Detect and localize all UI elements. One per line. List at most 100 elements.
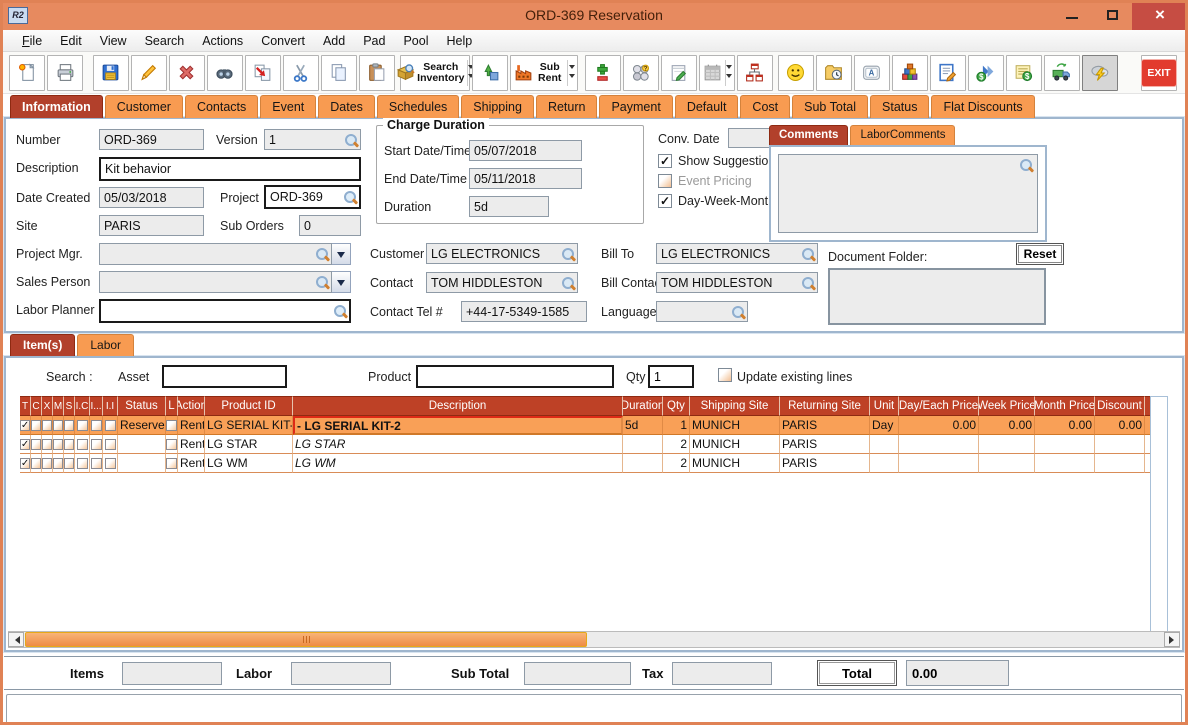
cell-unit[interactable]: Day (870, 416, 899, 435)
row-checkbox[interactable] (104, 438, 116, 450)
table-header-qty[interactable]: Qty (663, 396, 690, 416)
customer-field[interactable]: LG ELECTRONICS (426, 243, 578, 264)
row-checkbox[interactable] (31, 438, 41, 450)
table-header-i-[interactable]: I... (90, 396, 103, 416)
menu-add[interactable]: Add (314, 32, 354, 50)
toolbar-find-button[interactable] (206, 54, 243, 91)
table-header-action[interactable]: Action (178, 396, 205, 416)
cell-discount[interactable]: 0.00 (1095, 416, 1145, 435)
cell-check[interactable]: ✓ (20, 416, 31, 435)
checkbox[interactable] (658, 174, 672, 188)
cell-duration[interactable]: 5d (623, 416, 663, 435)
toolbar-inventory-button[interactable] (891, 54, 928, 91)
table-header-x[interactable]: X (42, 396, 53, 416)
cell-status[interactable]: Reserved (118, 416, 166, 435)
start-date-field[interactable]: 05/07/2018 (469, 140, 582, 161)
sales-person-combo[interactable] (99, 271, 351, 293)
scroll-right-button[interactable] (1164, 632, 1180, 647)
cell-unit[interactable] (870, 454, 899, 473)
table-header-c[interactable]: C (31, 396, 42, 416)
menu-help[interactable]: Help (438, 32, 482, 50)
row-checkbox[interactable] (53, 438, 63, 450)
table-header-unit[interactable]: Unit (870, 396, 899, 416)
tab-item-s-[interactable]: Item(s) (10, 334, 76, 356)
table-header-day-each-price[interactable]: Day/Each Price (899, 396, 979, 416)
toolbar-quote-button[interactable]: $ (1005, 54, 1042, 91)
toolbar-edit-button[interactable] (130, 54, 167, 91)
cell-duration[interactable] (623, 454, 663, 473)
bill-to-field[interactable]: LG ELECTRONICS (656, 243, 818, 264)
cell-l-check[interactable] (166, 435, 178, 454)
toolbar-add-remove-button[interactable] (584, 54, 621, 91)
cell-check[interactable] (64, 416, 75, 435)
cell-check[interactable] (42, 416, 53, 435)
cell-check[interactable] (103, 435, 118, 454)
cell-day-each-price[interactable] (899, 454, 979, 473)
cell-qty[interactable]: 2 (663, 435, 690, 454)
magnifier-icon[interactable] (731, 305, 745, 319)
row-checkbox[interactable] (42, 457, 52, 469)
version-field[interactable]: 1 (264, 129, 361, 150)
toolbar-send-invoice-button[interactable]: $ (967, 54, 1004, 91)
sub-rent-dropdown[interactable] (567, 59, 575, 86)
row-checkbox[interactable] (64, 457, 74, 469)
toolbar-new-button[interactable] (9, 54, 45, 91)
cell-shipping-site[interactable]: MUNICH (690, 454, 780, 473)
tab-flat-discounts[interactable]: Flat Discounts (931, 95, 1035, 118)
menu-actions[interactable]: Actions (193, 32, 252, 50)
update-existing-checkbox[interactable] (718, 368, 732, 382)
row-checkbox[interactable] (31, 419, 41, 431)
cell-check[interactable]: ✓ (20, 454, 31, 473)
row-checkbox[interactable] (53, 457, 63, 469)
menu-view[interactable]: View (91, 32, 136, 50)
cell-week-price[interactable] (979, 435, 1035, 454)
magnifier-icon[interactable] (333, 304, 347, 318)
table-header-status[interactable]: Status (118, 396, 166, 416)
contact-tel-field[interactable]: +44-17-5349-1585 (461, 301, 587, 322)
row-checkbox[interactable] (166, 438, 177, 450)
cell-check[interactable] (64, 435, 75, 454)
tab-return[interactable]: Return (535, 95, 598, 118)
cell-shipping-site[interactable]: MUNICH (690, 435, 780, 454)
checkbox[interactable]: ✓ (658, 194, 672, 208)
comments-textarea[interactable] (778, 154, 1038, 233)
toolbar-schedule-button[interactable] (698, 54, 735, 91)
toolbar-site-hierarchy-button[interactable] (736, 54, 773, 91)
cell-action[interactable]: Rent (178, 435, 205, 454)
toolbar-quick-action-button[interactable] (1081, 54, 1118, 91)
reset-button[interactable]: Reset (1016, 243, 1064, 265)
row-checkbox[interactable] (104, 419, 116, 431)
cell-qty[interactable]: 2 (663, 454, 690, 473)
vertical-scrollbar[interactable] (1150, 396, 1168, 648)
cell-month-price[interactable] (1035, 454, 1095, 473)
cell-month-price[interactable] (1035, 435, 1095, 454)
row-checkbox[interactable] (76, 419, 88, 431)
cell-returning-site[interactable]: PARIS (780, 435, 870, 454)
toolbar-notes-button[interactable] (660, 54, 697, 91)
cell-check[interactable] (90, 435, 103, 454)
cell-week-price[interactable] (979, 454, 1035, 473)
project-mgr-combo[interactable] (99, 243, 351, 265)
magnifier-icon[interactable] (1019, 158, 1033, 172)
cell-check[interactable]: ✓ (20, 435, 31, 454)
project-mgr-field[interactable] (99, 243, 332, 265)
menu-convert[interactable]: Convert (252, 32, 314, 50)
cell-action[interactable]: Rent (178, 416, 205, 435)
row-checkbox[interactable] (31, 457, 41, 469)
cell-status[interactable] (118, 454, 166, 473)
magnifier-icon[interactable] (801, 276, 815, 290)
cell-returning-site[interactable]: PARIS (780, 416, 870, 435)
table-header-week-price[interactable]: Week Price (979, 396, 1035, 416)
toolbar-sub-rent-button[interactable]: Sub Rent (510, 54, 578, 91)
close-button[interactable]: × (1132, 0, 1188, 30)
sales-person-field[interactable] (99, 271, 332, 293)
table-header-duration[interactable]: Duration (623, 396, 663, 416)
cell-l-check[interactable] (166, 454, 178, 473)
cell-check[interactable] (31, 416, 42, 435)
toolbar-history-button[interactable] (815, 54, 852, 91)
total-button[interactable]: Total (817, 660, 897, 686)
row-checkbox[interactable] (76, 438, 88, 450)
cell-check[interactable] (75, 416, 90, 435)
cell-returning-site[interactable]: PARIS (780, 454, 870, 473)
magnifier-icon[interactable] (801, 247, 815, 261)
